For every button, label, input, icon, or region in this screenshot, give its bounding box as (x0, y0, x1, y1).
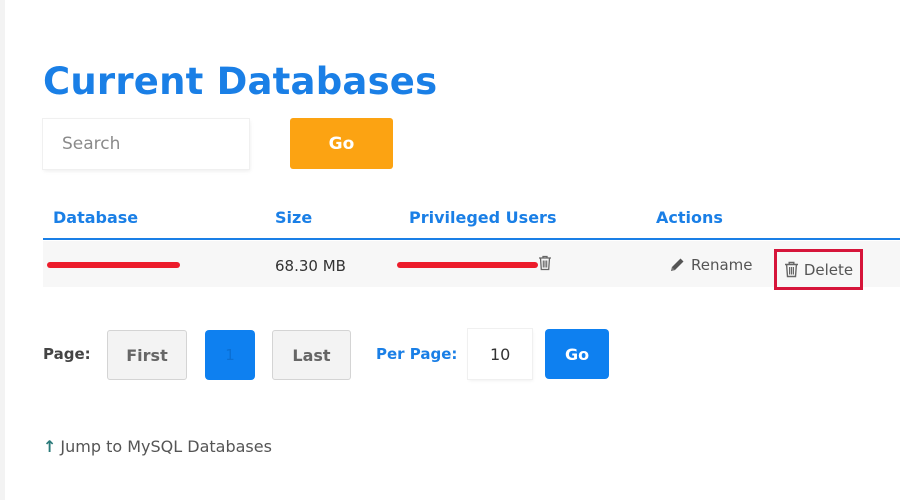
per-page-go-button[interactable]: Go (545, 329, 609, 379)
column-header-database[interactable]: Database (53, 208, 138, 227)
search-go-button[interactable]: Go (290, 118, 393, 169)
first-page-button[interactable]: First (107, 330, 187, 380)
column-header-privileged-users[interactable]: Privileged Users (409, 208, 556, 227)
remove-user-icon[interactable] (538, 255, 552, 275)
jump-link-label: Jump to MySQL Databases (60, 437, 272, 456)
delete-button[interactable]: Delete (774, 249, 863, 290)
page-title: Current Databases (43, 60, 438, 103)
left-gutter (0, 0, 5, 500)
table-header-rule (43, 238, 900, 240)
privileged-user-redaction (397, 262, 538, 268)
page-label: Page: (43, 345, 91, 363)
arrow-up-icon: ↑ (43, 437, 57, 456)
last-page-button[interactable]: Last (272, 330, 351, 380)
current-page-button[interactable]: 1 (205, 330, 255, 380)
rename-button[interactable]: Rename (669, 256, 753, 274)
database-size: 68.30 MB (275, 257, 346, 275)
delete-label: Delete (803, 260, 854, 279)
jump-to-mysql-databases-link[interactable]: ↑ Jump to MySQL Databases (43, 437, 272, 456)
per-page-label: Per Page: (376, 345, 458, 363)
column-header-size[interactable]: Size (275, 208, 312, 227)
search-input[interactable] (43, 119, 249, 169)
rename-label: Rename (691, 256, 753, 274)
pencil-icon (671, 258, 684, 271)
trash-icon (784, 261, 798, 278)
column-header-actions: Actions (656, 208, 723, 227)
per-page-input[interactable] (468, 329, 532, 379)
database-name-redaction (47, 262, 180, 268)
